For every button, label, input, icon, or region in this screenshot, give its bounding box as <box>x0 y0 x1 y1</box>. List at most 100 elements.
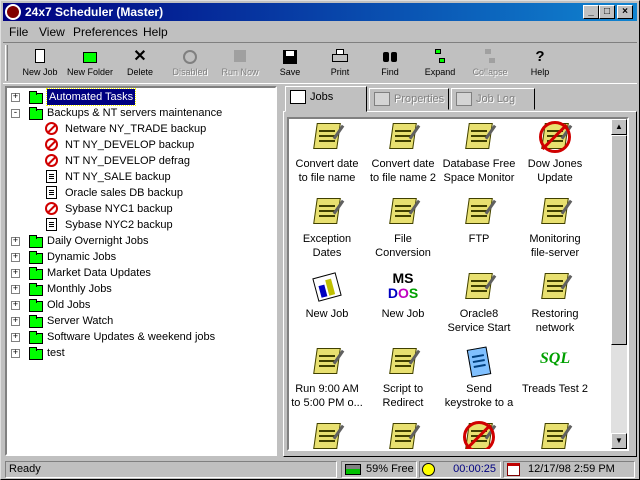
expand-toggle[interactable]: + <box>11 93 20 102</box>
tree-job[interactable]: Oracle sales DB backup <box>7 185 275 201</box>
minimize-button[interactable]: _ <box>583 5 599 19</box>
expand-toggle[interactable]: + <box>11 237 20 246</box>
disabled-button[interactable]: Disabled <box>165 45 215 83</box>
tab-jobs[interactable]: Jobs <box>285 86 367 112</box>
new-folder-button[interactable]: New Folder <box>65 45 115 83</box>
job-item[interactable]: Dow Jones Update <box>517 119 593 185</box>
folder-icon <box>29 315 43 328</box>
job-item[interactable] <box>289 418 365 449</box>
toolbar-label: Help <box>530 67 550 77</box>
job-item[interactable]: Script to Redirect <box>365 343 441 410</box>
job-item[interactable] <box>441 418 517 449</box>
job-item[interactable] <box>365 418 441 449</box>
folder-icon <box>29 283 43 296</box>
tab-properties[interactable]: Properties <box>369 88 449 110</box>
maximize-button[interactable]: □ <box>599 5 615 19</box>
close-button[interactable]: × <box>617 5 633 19</box>
tree-folder[interactable]: + Market Data Updates <box>7 265 275 281</box>
run-now-button[interactable]: Run Now <box>215 45 265 83</box>
tree-folder[interactable]: + Old Jobs <box>7 297 275 313</box>
title-bar[interactable]: 24x7 Scheduler (Master) _ □ × <box>3 3 637 21</box>
tree-folder[interactable]: + Daily Overnight Jobs <box>7 233 275 249</box>
tree-job[interactable]: NT NY_DEVELOP backup <box>7 137 275 153</box>
job-label-line1: FTP <box>468 233 490 245</box>
job-item[interactable]: MS DOS New Job <box>365 271 441 321</box>
tree-label: Market Data Updates <box>47 267 151 279</box>
help-button[interactable]: ? Help <box>515 45 565 83</box>
tree-label: Backups & NT servers maintenance <box>47 107 223 119</box>
menu-view[interactable]: View <box>39 25 65 39</box>
print-button[interactable]: Print <box>315 45 365 83</box>
tab-job-log[interactable]: Job Log <box>451 88 535 110</box>
job-item[interactable]: Oracle8 Service Start <box>441 268 517 335</box>
expand-toggle[interactable]: + <box>11 253 20 262</box>
job-item[interactable]: New Job <box>289 271 365 321</box>
job-item[interactable]: Convert date to file name 2 <box>365 119 441 185</box>
scroll-thumb[interactable] <box>611 135 627 345</box>
tab-icon <box>290 90 306 104</box>
tree-label: test <box>47 347 65 359</box>
tab-icon <box>456 92 472 106</box>
job-item[interactable]: SQL Treads Test 2 <box>517 346 593 396</box>
tree-label: Old Jobs <box>47 299 91 311</box>
datetime-text: 12/17/98 2:59 PM <box>528 463 615 475</box>
expand-button[interactable]: Expand <box>415 45 465 83</box>
tree-label: Monthly Jobs <box>47 283 112 295</box>
delete-button[interactable]: ✕ Delete <box>115 45 165 83</box>
job-item[interactable]: File Conversion <box>365 193 441 260</box>
expand-toggle[interactable]: + <box>11 317 20 326</box>
tree-folder[interactable]: + Monthly Jobs <box>7 281 275 297</box>
tree-folder[interactable]: + Dynamic Jobs <box>7 249 275 265</box>
disabled-icon <box>182 49 198 65</box>
tree-job[interactable]: Sybase NYC1 backup <box>7 201 275 217</box>
tree-folder[interactable]: + Software Updates & weekend jobs <box>7 329 275 345</box>
job-item[interactable]: Send keystroke to a <box>441 346 517 410</box>
job-label-line2: Service Start <box>447 322 511 334</box>
app-icon[interactable] <box>5 4 21 20</box>
menu-file[interactable]: File <box>9 25 28 39</box>
collapse-button[interactable]: Collapse <box>465 45 515 83</box>
jobs-icon-view[interactable]: SQL Treads Test 2 Send keystroke to a Script… <box>287 117 629 451</box>
job-item[interactable]: Monitoring file-server <box>517 193 593 260</box>
tree-job[interactable]: Netware NY_TRADE backup <box>7 121 275 137</box>
collapse-toggle[interactable]: - <box>11 109 20 118</box>
job-label-line1: Treads Test 2 <box>521 383 589 395</box>
tree-folder[interactable]: - Backups & NT servers maintenance <box>7 105 275 121</box>
job-item[interactable]: Database Free Space Monitor <box>441 119 517 185</box>
tab-label: Jobs <box>310 91 334 103</box>
tree-label: Software Updates & weekend jobs <box>47 331 216 343</box>
save-button[interactable]: Save <box>265 45 315 83</box>
expand-toggle[interactable]: + <box>11 301 20 310</box>
expand-toggle[interactable]: + <box>11 269 20 278</box>
expand-toggle[interactable]: + <box>11 349 20 358</box>
job-label-line2: network <box>535 322 575 334</box>
menu-preferences[interactable]: Preferences <box>73 25 138 39</box>
tree-job[interactable]: Sybase NYC2 backup <box>7 217 275 233</box>
tree-folder[interactable]: + Automated Tasks <box>7 88 275 106</box>
menu-help[interactable]: Help <box>143 25 168 39</box>
find-button[interactable]: Find <box>365 45 415 83</box>
job-item[interactable]: Run 9:00 AM to 5:00 PM o... <box>289 343 365 410</box>
scroll-down-button[interactable]: ▼ <box>611 433 627 449</box>
new-folder-icon <box>82 49 98 65</box>
toolbar-label: New Folder <box>66 67 113 77</box>
tree-job[interactable]: NT NY_SALE backup <box>7 169 275 185</box>
expand-toggle[interactable]: + <box>11 333 20 342</box>
job-item[interactable]: Exception Dates <box>289 193 365 260</box>
scroll-icon <box>539 193 573 228</box>
vertical-scrollbar[interactable]: ▲ ▼ <box>611 119 627 449</box>
job-label-line2: Conversion <box>375 247 431 259</box>
scroll-up-button[interactable]: ▲ <box>611 119 627 135</box>
tree-folder[interactable]: + Server Watch <box>7 313 275 329</box>
new-job-button[interactable]: New Job <box>15 45 65 83</box>
job-item[interactable] <box>517 418 593 449</box>
job-item[interactable]: FTP <box>441 193 517 246</box>
tree-folder[interactable]: + test <box>7 345 275 361</box>
expand-toggle[interactable]: + <box>11 285 20 294</box>
tree-job[interactable]: NT NY_DEVELOP defrag <box>7 153 275 169</box>
folder-tree[interactable]: + Automated Tasks - Backups & NT servers ma… <box>5 86 277 456</box>
folder-icon <box>29 299 43 312</box>
job-document-icon <box>46 170 57 183</box>
job-item[interactable]: Restoring network <box>517 268 593 335</box>
job-item[interactable]: Convert date to file name <box>289 119 365 185</box>
